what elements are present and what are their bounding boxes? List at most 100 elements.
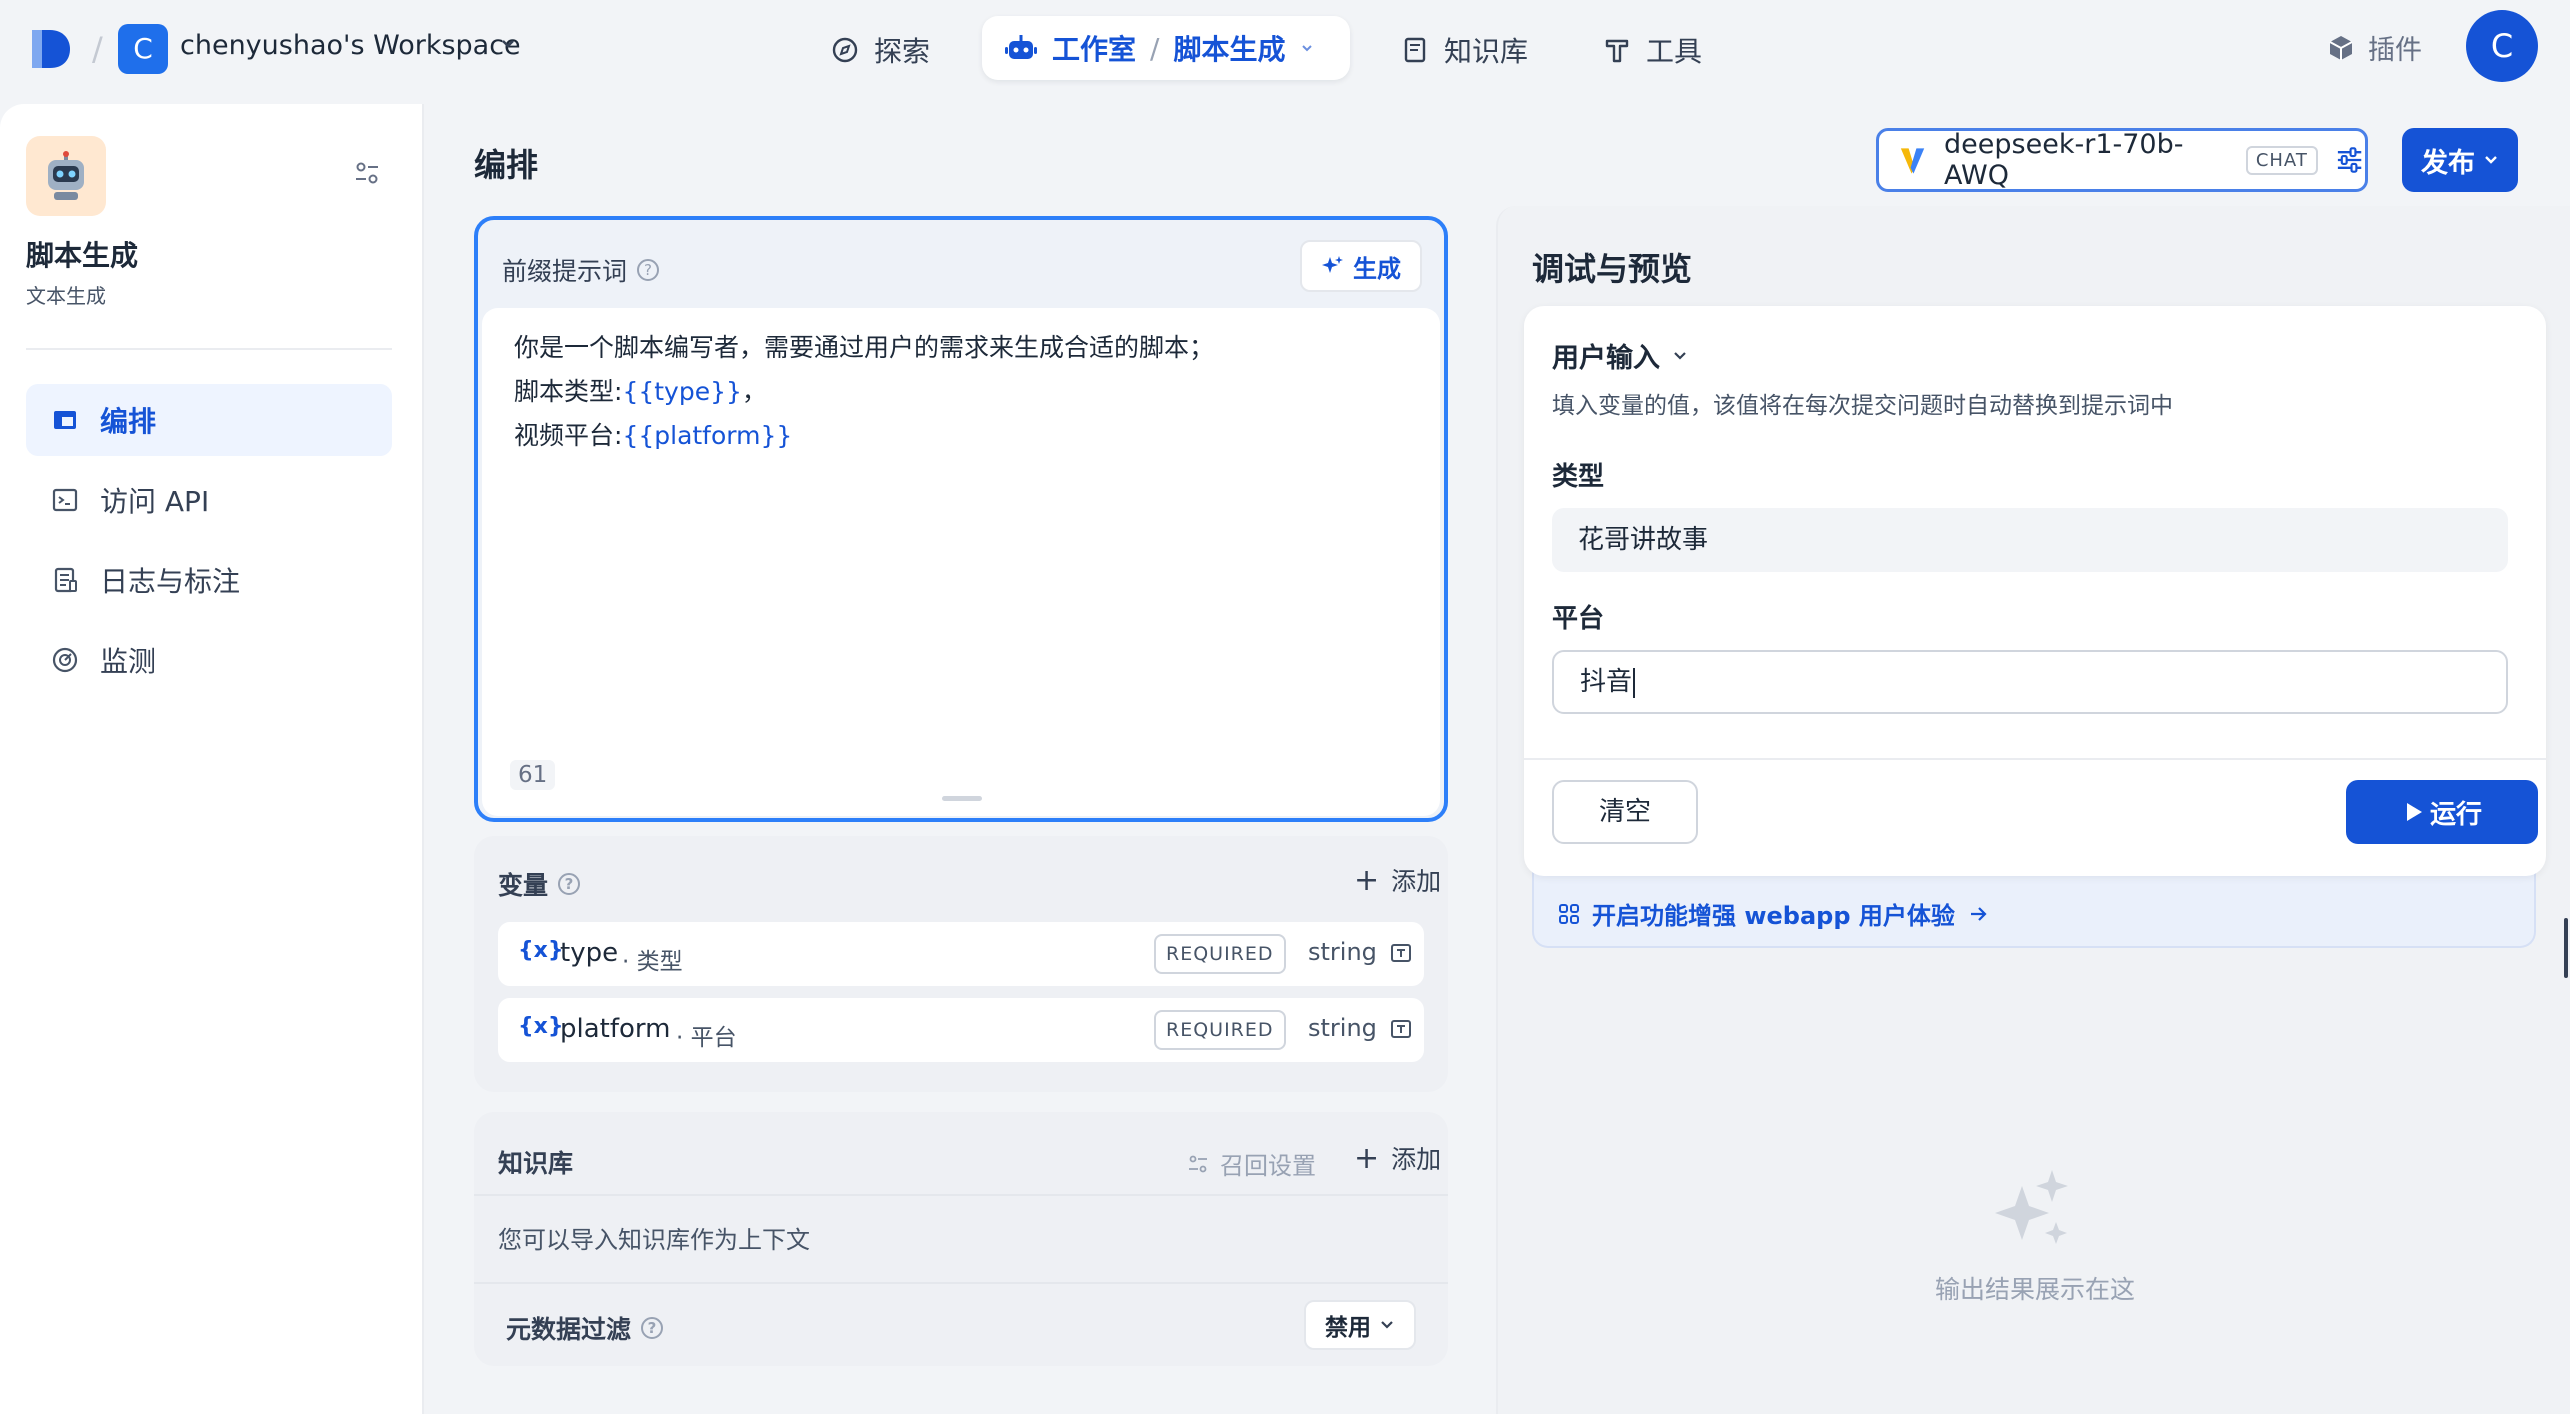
variable-icon: {x}: [518, 938, 564, 963]
prompt-text: ，: [741, 377, 767, 406]
prompt-line: 脚本类型:{{type}}，: [514, 372, 767, 408]
hammer-icon: [1605, 39, 1629, 63]
layout-icon: [54, 411, 76, 429]
current-app-label[interactable]: 脚本生成: [1173, 28, 1285, 68]
field-label-platform: 平台: [1552, 604, 1605, 634]
clear-button[interactable]: 清空: [1552, 780, 1698, 844]
platform-input[interactable]: 抖音: [1552, 650, 2508, 714]
robot-icon: [1005, 35, 1037, 59]
prompt-card: 前缀提示词 ? 生成 你是一个脚本编写者，需要通过用户的需求来生成合适的脚本； …: [474, 216, 1448, 822]
add-knowledge-button[interactable]: + 添加: [1354, 1140, 1441, 1176]
knowledge-card: 知识库 召回设置 + 添加 您可以导入知识库作为上下文 元数据过滤 ? 禁用: [474, 1112, 1448, 1366]
scrollbar[interactable]: [2564, 918, 2568, 978]
app-type: 文本生成: [26, 284, 106, 308]
publish-label: 发布: [2421, 147, 2475, 179]
run-button[interactable]: 运行: [2346, 780, 2538, 844]
type-input[interactable]: 花哥讲故事: [1552, 508, 2508, 572]
text-field-icon: [1391, 1020, 1411, 1038]
help-icon[interactable]: ?: [558, 873, 581, 895]
plus-icon: +: [1354, 862, 1380, 898]
sparkle-icon: [1322, 256, 1343, 273]
user-input-title: 用户输入: [1552, 343, 1660, 374]
divider: [1524, 758, 2546, 760]
debug-preview-panel: 调试与预览 开启功能增强 webapp 用户体验 用户输入 填入变量的值，该值将…: [1496, 206, 2570, 1414]
app-name: 脚本生成: [26, 239, 139, 272]
nav-tools-label: 工具: [1646, 35, 1703, 68]
knowledge-description: 您可以导入知识库作为上下文: [498, 1226, 810, 1254]
nav-knowledge[interactable]: 知识库: [1400, 24, 1528, 76]
add-label: 添加: [1391, 1145, 1442, 1174]
sidebar-item-orchestrate[interactable]: 编排: [26, 384, 392, 456]
breadcrumb-separator: /: [92, 30, 103, 68]
sidebar-item-monitoring[interactable]: 监测: [26, 624, 392, 696]
metadata-filter-label: 元数据过滤: [506, 1315, 632, 1344]
generate-button[interactable]: 生成: [1300, 240, 1422, 292]
sliders-icon[interactable]: [2334, 144, 2365, 176]
nav-studio-label: 工作室: [1052, 33, 1137, 66]
debug-title: 调试与预览: [1532, 250, 1693, 288]
chevron-down-icon[interactable]: [1299, 40, 1315, 56]
model-selector[interactable]: deepseek-r1-70b-AWQ CHAT: [1876, 128, 2368, 192]
prompt-text: 脚本类型:: [514, 377, 623, 406]
dify-logo-icon[interactable]: [28, 26, 74, 72]
variable-label: · 类型: [622, 949, 683, 975]
nav-tools[interactable]: 工具: [1602, 24, 1702, 76]
workspace-name[interactable]: chenyushao's Workspace: [180, 30, 521, 61]
variable-row[interactable]: {x} type · 类型 REQUIRED string: [498, 922, 1424, 986]
recall-settings-button[interactable]: 召回设置: [1186, 1146, 1316, 1181]
resize-handle[interactable]: [942, 796, 982, 801]
sidebar-item-label: 监测: [100, 645, 157, 678]
user-input-description: 填入变量的值，该值将在每次提交问题时自动替换到提示词中: [1552, 393, 2173, 419]
user-avatar[interactable]: C: [2466, 10, 2538, 82]
user-input-toggle[interactable]: 用户输入: [1552, 336, 1688, 375]
divider: [474, 1194, 1448, 1196]
top-bar: / C chenyushao's Workspace 探索 工作室 / 脚本生成…: [0, 0, 2570, 104]
sidebar-item-api[interactable]: 访问 API: [26, 464, 392, 536]
page-title: 编排: [474, 146, 539, 184]
add-variable-button[interactable]: + 添加: [1354, 862, 1441, 898]
nav-studio[interactable]: 工作室 / 脚本生成: [982, 16, 1350, 80]
user-input-card: 用户输入 填入变量的值，该值将在每次提交问题时自动替换到提示词中 类型 花哥讲故…: [1524, 306, 2546, 876]
arrow-right-icon: [1970, 906, 1987, 921]
prompt-variable: {{platform}}: [622, 421, 793, 450]
nav-explore[interactable]: 探索: [830, 24, 930, 76]
platform-input-value: 抖音: [1580, 667, 1633, 697]
sliders-icon[interactable]: [352, 158, 382, 188]
app-icon: [26, 136, 106, 216]
publish-button[interactable]: 发布: [2402, 128, 2518, 192]
variables-title-label: 变量: [498, 871, 549, 900]
help-icon[interactable]: ?: [637, 259, 660, 281]
workspace-avatar[interactable]: C: [118, 24, 168, 74]
prompt-editor[interactable]: 你是一个脚本编写者，需要通过用户的需求来生成合适的脚本； 脚本类型:{{type…: [482, 308, 1440, 816]
variable-row[interactable]: {x} platform · 平台 REQUIRED string: [498, 998, 1424, 1062]
model-provider-icon: [1900, 148, 1925, 174]
metadata-filter-value: 禁用: [1325, 1315, 1371, 1341]
sidebar-item-label: 编排: [100, 405, 157, 438]
prompt-text: 视频平台:: [514, 421, 623, 450]
variable-icon: {x}: [518, 1014, 564, 1039]
recall-label: 召回设置: [1220, 1152, 1316, 1180]
required-badge: REQUIRED: [1154, 934, 1286, 974]
book-icon: [1404, 37, 1426, 63]
variables-card: 变量 ? + 添加 {x} type · 类型 REQUIRED string …: [474, 836, 1448, 1092]
chevron-down-icon[interactable]: [500, 36, 516, 52]
grid-icon: [1559, 903, 1579, 924]
model-mode-badge: CHAT: [2245, 145, 2318, 175]
sidebar-item-logs[interactable]: 日志与标注: [26, 544, 392, 616]
plus-icon: +: [1354, 1140, 1380, 1176]
app-sidebar: 脚本生成 文本生成 编排 访问 API 日志与标注 监测: [0, 104, 424, 1414]
webapp-link[interactable]: 开启功能增强 webapp 用户体验: [1558, 896, 1989, 931]
variable-type: string: [1308, 938, 1377, 966]
text-caret: [1633, 667, 1636, 698]
model-name: deepseek-r1-70b-AWQ: [1944, 129, 2184, 191]
help-icon[interactable]: ?: [641, 1317, 664, 1339]
prompt-title-label: 前缀提示词: [502, 257, 628, 286]
chevron-down-icon: [2485, 156, 2497, 164]
compass-icon: [832, 37, 858, 63]
sliders-icon: [1189, 1155, 1207, 1172]
metadata-filter-select[interactable]: 禁用: [1304, 1300, 1416, 1350]
plugins-button[interactable]: 插件: [2326, 28, 2422, 67]
sidebar-item-label: 访问 API: [100, 485, 210, 518]
variable-key: platform: [560, 1014, 671, 1044]
sparkles-icon: [1995, 1170, 2068, 1244]
